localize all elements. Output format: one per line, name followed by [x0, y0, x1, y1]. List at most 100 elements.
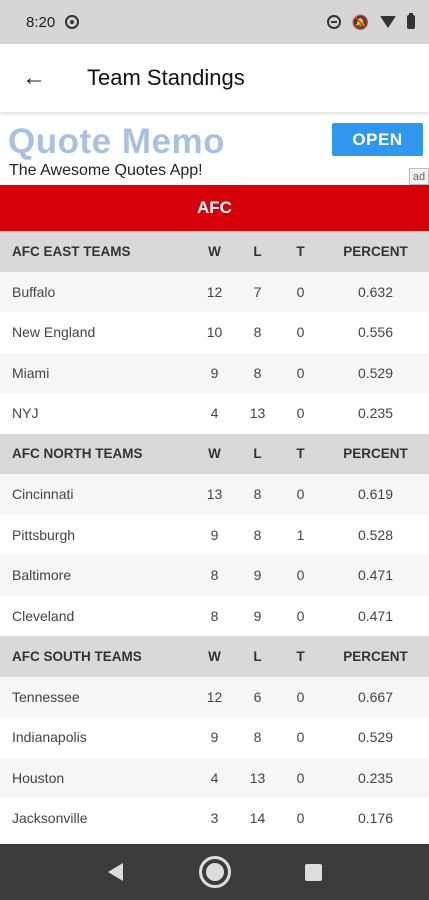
team-losses: 8: [253, 729, 262, 746]
division-name: AFC EAST TEAMS: [12, 243, 131, 259]
team-ties: 0: [296, 486, 305, 503]
team-ties: 0: [296, 769, 305, 786]
team-wins: 10: [206, 324, 223, 341]
team-row[interactable]: Houston 4 13 0 0.235: [0, 757, 429, 798]
team-percent: 0.471: [357, 607, 394, 624]
ad-banner[interactable]: Quote Memo The Awesome Quotes App! OPEN …: [0, 120, 429, 185]
team-wins: 13: [206, 486, 223, 503]
team-row[interactable]: NYJ 4 13 0 0.235: [0, 393, 429, 434]
team-ties: 0: [296, 283, 305, 300]
nav-home-button[interactable]: [196, 844, 234, 900]
team-row[interactable]: New England 10 8 0 0.556: [0, 312, 429, 353]
status-time: 8:20: [26, 13, 56, 31]
bell-off-icon: 🔕: [351, 13, 369, 30]
team-row[interactable]: Cleveland 8 9 0 0.471: [0, 595, 429, 636]
team-name: Pittsburgh: [12, 526, 76, 543]
team-losses: 9: [253, 607, 262, 624]
team-name: NYJ: [12, 405, 39, 422]
triangle-back-icon: [107, 863, 123, 881]
team-ties: 0: [296, 364, 305, 381]
column-percent: PERCENT: [343, 243, 408, 259]
navigation-bar: [0, 844, 429, 900]
column-l: L: [253, 446, 262, 462]
team-row[interactable]: Baltimore 8 9 0 0.471: [0, 555, 429, 596]
team-losses: 8: [253, 486, 262, 503]
team-row[interactable]: Pittsburgh 9 8 1 0.528: [0, 514, 429, 555]
team-percent: 0.632: [357, 283, 394, 300]
team-name: Tennessee: [12, 688, 80, 705]
team-row[interactable]: Cincinnati 13 8 0 0.619: [0, 474, 429, 515]
team-ties: 0: [296, 567, 305, 584]
team-ties: 0: [296, 607, 305, 624]
ad-title[interactable]: Quote Memo: [8, 122, 225, 162]
team-ties: 0: [296, 729, 305, 746]
team-name: Indianapolis: [12, 729, 87, 746]
ad-open-button[interactable]: OPEN: [332, 123, 423, 156]
division-header: AFC SOUTH TEAMS W L T PERCENT: [0, 636, 429, 677]
team-wins: 9: [210, 729, 219, 746]
team-row[interactable]: Miami 9 8 0 0.529: [0, 352, 429, 393]
ad-subtitle[interactable]: The Awesome Quotes App!: [9, 162, 203, 180]
team-losses: 8: [253, 526, 262, 543]
team-wins: 8: [210, 607, 219, 624]
team-name: Jacksonville: [12, 810, 88, 827]
division-name: AFC SOUTH TEAMS: [12, 648, 142, 664]
team-row[interactable]: Jacksonville 3 14 0 0.176: [0, 798, 429, 839]
column-t: T: [296, 243, 305, 259]
back-arrow-icon[interactable]: ←: [22, 66, 52, 90]
standings-table: AFC EAST TEAMS W L T PERCENT Buffalo 12 7 0 0.632…: [0, 231, 429, 839]
division-header: AFC EAST TEAMS W L T PERCENT: [0, 231, 429, 272]
team-percent: 0.619: [357, 486, 394, 503]
status-icons: 🔕: [326, 13, 415, 31]
team-wins: 9: [210, 526, 219, 543]
column-percent: PERCENT: [343, 446, 408, 462]
column-percent: PERCENT: [343, 648, 408, 664]
team-name: Buffalo: [12, 283, 56, 300]
status-bar: 8:20 🔕: [0, 0, 429, 44]
team-losses: 8: [253, 324, 262, 341]
column-t: T: [296, 648, 305, 664]
team-percent: 0.528: [357, 526, 394, 543]
wifi-icon: [380, 16, 396, 28]
column-l: L: [253, 648, 262, 664]
column-l: L: [253, 243, 262, 259]
nav-back-button[interactable]: [100, 844, 130, 900]
team-row[interactable]: Indianapolis 9 8 0 0.529: [0, 717, 429, 758]
column-w: W: [208, 243, 221, 259]
team-ties: 0: [296, 688, 305, 705]
sync-icon: [65, 15, 80, 29]
ad-badge[interactable]: ad: [409, 168, 429, 185]
team-percent: 0.529: [357, 364, 394, 381]
team-percent: 0.235: [357, 405, 394, 422]
team-percent: 0.556: [357, 324, 394, 341]
team-losses: 13: [249, 769, 266, 786]
team-name: Miami: [12, 364, 50, 381]
column-w: W: [208, 648, 221, 664]
team-losses: 6: [253, 688, 262, 705]
team-name: Cleveland: [12, 607, 75, 624]
team-percent: 0.471: [357, 567, 394, 584]
team-percent: 0.667: [357, 688, 394, 705]
team-ties: 1: [296, 526, 305, 543]
team-percent: 0.176: [357, 810, 394, 827]
team-name: Baltimore: [12, 567, 72, 584]
app-bar: ← Team Standings: [0, 44, 429, 112]
team-losses: 7: [253, 283, 262, 300]
column-t: T: [296, 446, 305, 462]
team-wins: 4: [210, 405, 219, 422]
team-row[interactable]: Buffalo 12 7 0 0.632: [0, 271, 429, 312]
team-losses: 8: [253, 364, 262, 381]
square-recents-icon: [304, 863, 322, 881]
team-row[interactable]: Tennessee 12 6 0 0.667: [0, 676, 429, 717]
team-wins: 4: [210, 769, 219, 786]
team-name: Cincinnati: [12, 486, 74, 503]
team-percent: 0.529: [357, 729, 394, 746]
team-wins: 8: [210, 567, 219, 584]
do-not-disturb-icon: [326, 15, 341, 29]
team-wins: 9: [210, 364, 219, 381]
team-losses: 9: [253, 567, 262, 584]
team-wins: 12: [206, 688, 223, 705]
team-percent: 0.235: [357, 769, 394, 786]
nav-recents-button[interactable]: [300, 844, 326, 900]
team-ties: 0: [296, 810, 305, 827]
